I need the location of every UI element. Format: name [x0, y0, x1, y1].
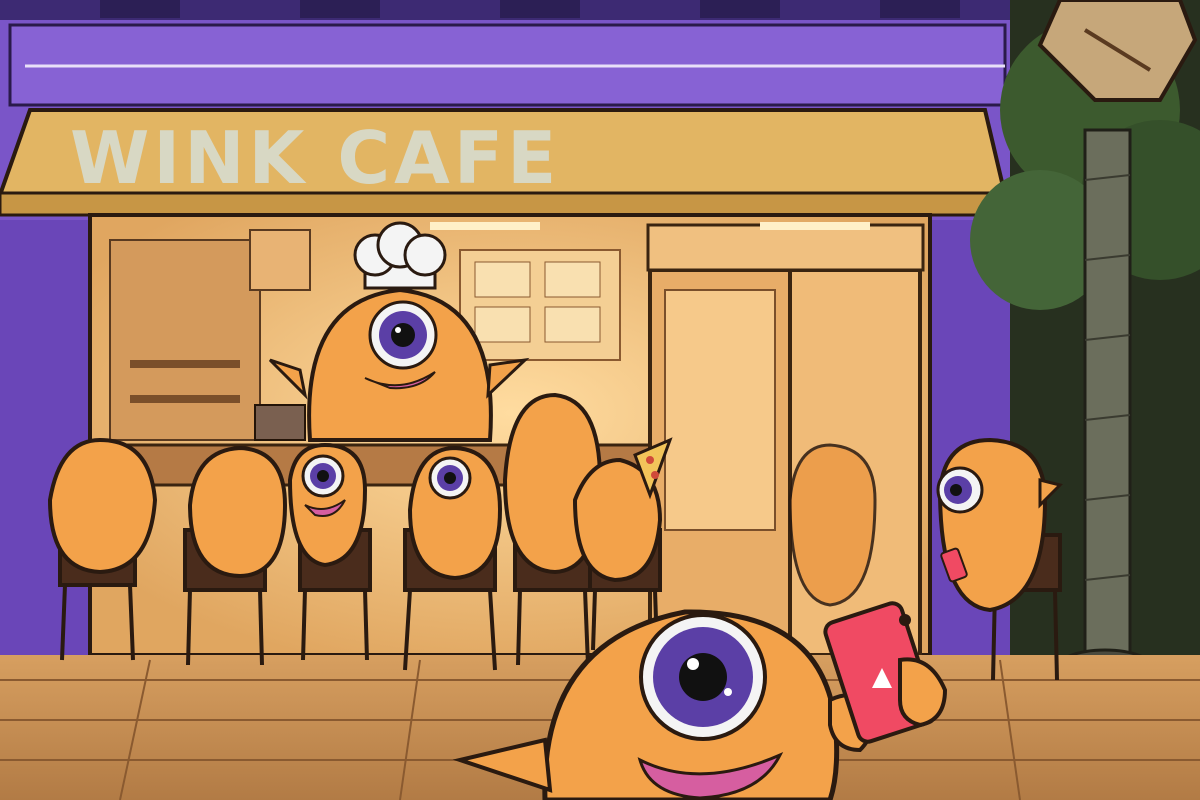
scene-svg: WINK CAFE: [0, 0, 1200, 800]
creature-in-doorway: [788, 443, 877, 607]
cafe-sign: WINK CAFE: [70, 116, 560, 200]
creature-seated-eye-1: [287, 442, 368, 568]
creature-seated-eye-2: [428, 456, 472, 500]
wink-cafe-illustration: WINK CAFE: [0, 0, 1200, 800]
cafe-awning: WINK CAFE: [0, 108, 1008, 217]
